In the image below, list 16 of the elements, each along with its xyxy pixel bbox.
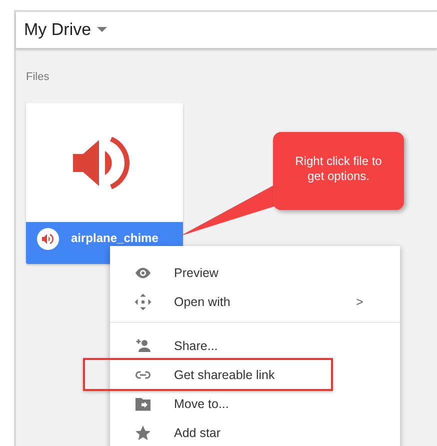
move-icon [134, 292, 152, 310]
menu-item[interactable]: Add star [110, 418, 400, 446]
submenu-arrow: > [356, 294, 364, 308]
file-card[interactable]: airplane_chime [26, 103, 183, 264]
menu-item[interactable]: Move to... [110, 389, 400, 418]
section-label: Files [26, 71, 50, 83]
menu-item[interactable]: Get shareable link [110, 360, 331, 389]
file-name: airplane_chime [71, 231, 158, 245]
menu-item[interactable]: Open with > [110, 287, 400, 316]
my-drive-dropdown[interactable]: My Drive [24, 20, 108, 40]
add-person-icon [134, 336, 152, 354]
audio-file-icon [37, 228, 59, 250]
caret-icon [97, 27, 108, 33]
callout-text: Right click file to get options. [294, 154, 383, 185]
star-icon [134, 424, 152, 442]
menu-item[interactable]: Share... [110, 331, 400, 360]
